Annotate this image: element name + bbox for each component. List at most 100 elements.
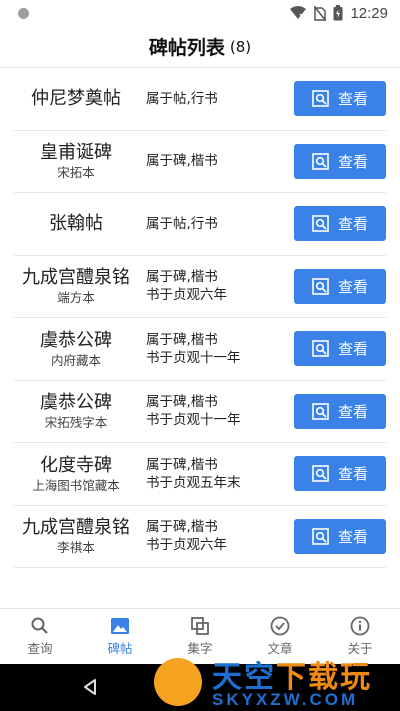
list-item: 虞恭公碑 宋拓残字本 属于碑,楷书 书于贞观十一年 查看 (14, 381, 386, 443)
info-icon (350, 616, 370, 636)
view-button[interactable]: 查看 (294, 143, 386, 179)
item-name: 虞恭公碑 (40, 329, 112, 351)
status-left (18, 7, 29, 19)
watermark: 天空下载玩 SKYXZW.COM (150, 650, 400, 711)
view-button[interactable]: 查看 (294, 456, 386, 492)
item-name: 皇甫诞碑 (40, 142, 112, 164)
item-name: 化度寺碑 (40, 454, 112, 476)
item-type: 属于碑,楷书 (146, 394, 218, 411)
view-button[interactable]: 查看 (294, 81, 386, 117)
wifi-off-icon (289, 6, 307, 20)
item-date: 书于贞观五年末 (146, 474, 241, 491)
view-button-label: 查看 (337, 277, 368, 296)
list-item: 张翰帖 属于帖,行书 查看 (14, 193, 386, 256)
item-title-block: 仲尼梦奠帖 (14, 87, 138, 110)
item-type: 属于帖,行书 (146, 215, 218, 232)
item-date: 书于贞观十一年 (146, 412, 241, 429)
item-info: 属于碑,楷书 书于贞观十一年 (138, 331, 294, 367)
item-edition: 宋拓残字本 (44, 415, 108, 431)
item-name: 虞恭公碑 (40, 392, 112, 414)
item-type: 属于碑,楷书 (146, 269, 218, 286)
back-icon[interactable] (82, 678, 98, 700)
item-edition: 端方本 (57, 290, 95, 306)
clock-time: 12:29 (350, 4, 388, 22)
item-type: 属于碑,楷书 (146, 456, 218, 473)
view-icon (312, 215, 329, 233)
item-date: 书于贞观十一年 (146, 349, 241, 366)
list-item: 皇甫诞碑 宋拓本 属于碑,楷书 查看 (14, 131, 386, 193)
tab-label: 碑帖 (107, 641, 133, 656)
view-button-label: 查看 (337, 215, 368, 234)
item-title-block: 虞恭公碑 宋拓残字本 (14, 391, 138, 431)
view-button-label: 查看 (337, 90, 368, 109)
view-button[interactable]: 查看 (294, 268, 386, 304)
item-name: 九成宫醴泉铭 (22, 517, 130, 539)
stele-list: 仲尼梦奠帖 属于帖,行书 查看 皇甫诞碑 宋拓本 属于碑,楷书 查看 张翰帖 属于… (0, 68, 400, 568)
item-date: 书于贞观六年 (146, 287, 227, 304)
view-button-label: 查看 (337, 340, 368, 359)
item-title-block: 九成宫醴泉铭 李祺本 (14, 516, 138, 556)
item-edition: 李祺本 (57, 540, 95, 556)
tab-label: 查询 (27, 641, 53, 656)
watermark-logo-icon (154, 658, 202, 706)
view-button-label: 查看 (337, 152, 368, 171)
item-name: 九成宫醴泉铭 (22, 267, 130, 289)
tab-1[interactable]: 碑帖 (80, 609, 160, 664)
page-title: 碑帖列表 (148, 37, 225, 59)
view-button-label: 查看 (337, 465, 368, 484)
view-icon (312, 402, 329, 420)
tab-0[interactable]: 查询 (0, 609, 80, 664)
check-circle-icon (270, 616, 290, 636)
item-title-block: 九成宫醴泉铭 端方本 (14, 266, 138, 306)
page-header: 碑帖列表 (8) (0, 26, 400, 68)
status-bar: 12:29 (0, 0, 400, 26)
list-item: 九成宫醴泉铭 端方本 属于碑,楷书 书于贞观六年 查看 (14, 256, 386, 318)
status-right: 12:29 (289, 5, 388, 22)
item-title-block: 化度寺碑 上海图书馆藏本 (14, 454, 138, 494)
item-edition: 上海图书馆藏本 (32, 477, 120, 493)
item-type: 属于帖,行书 (146, 90, 218, 107)
watermark-subtitle: SKYXZW.COM (212, 690, 359, 709)
item-title-block: 虞恭公碑 内府藏本 (14, 329, 138, 369)
item-type: 属于碑,楷书 (146, 519, 218, 536)
list-item: 虞恭公碑 内府藏本 属于碑,楷书 书于贞观十一年 查看 (14, 318, 386, 381)
view-button[interactable]: 查看 (294, 331, 386, 367)
item-info: 属于帖,行书 (138, 90, 294, 108)
item-info: 属于碑,楷书 书于贞观五年末 (138, 456, 294, 492)
list-item: 仲尼梦奠帖 属于帖,行书 查看 (14, 68, 386, 131)
copy-icon (190, 616, 210, 636)
item-info: 属于碑,楷书 书于贞观六年 (138, 518, 294, 554)
view-icon (312, 340, 329, 358)
item-info: 属于碑,楷书 书于贞观十一年 (138, 393, 294, 429)
item-date: 书于贞观六年 (146, 537, 227, 554)
item-info: 属于碑,楷书 (138, 152, 294, 170)
view-button[interactable]: 查看 (294, 206, 386, 242)
list-item: 九成宫醴泉铭 李祺本 属于碑,楷书 书于贞观六年 查看 (14, 506, 386, 568)
item-name: 张翰帖 (49, 213, 103, 235)
view-icon (312, 277, 329, 295)
item-title-block: 张翰帖 (14, 212, 138, 235)
item-count: (8) (229, 37, 252, 56)
list-item: 化度寺碑 上海图书馆藏本 属于碑,楷书 书于贞观五年末 查看 (14, 443, 386, 506)
view-button-label: 查看 (337, 527, 368, 546)
search-icon (30, 616, 50, 636)
item-type: 属于碑,楷书 (146, 153, 218, 170)
item-type: 属于碑,楷书 (146, 331, 218, 348)
view-icon (312, 90, 329, 108)
notification-dot-icon (18, 7, 29, 19)
view-button-label: 查看 (337, 402, 368, 421)
view-button[interactable]: 查看 (294, 393, 386, 429)
image-icon (110, 616, 130, 636)
item-title-block: 皇甫诞碑 宋拓本 (14, 141, 138, 181)
item-edition: 宋拓本 (57, 165, 95, 181)
item-edition: 内府藏本 (50, 352, 101, 368)
item-info: 属于碑,楷书 书于贞观六年 (138, 268, 294, 304)
no-sim-icon (314, 5, 327, 21)
item-name: 仲尼梦奠帖 (31, 88, 121, 110)
item-info: 属于帖,行书 (138, 215, 294, 233)
view-icon (312, 152, 329, 170)
view-icon (312, 527, 329, 545)
battery-icon (333, 5, 343, 21)
view-button[interactable]: 查看 (294, 518, 386, 554)
view-icon (312, 465, 329, 483)
